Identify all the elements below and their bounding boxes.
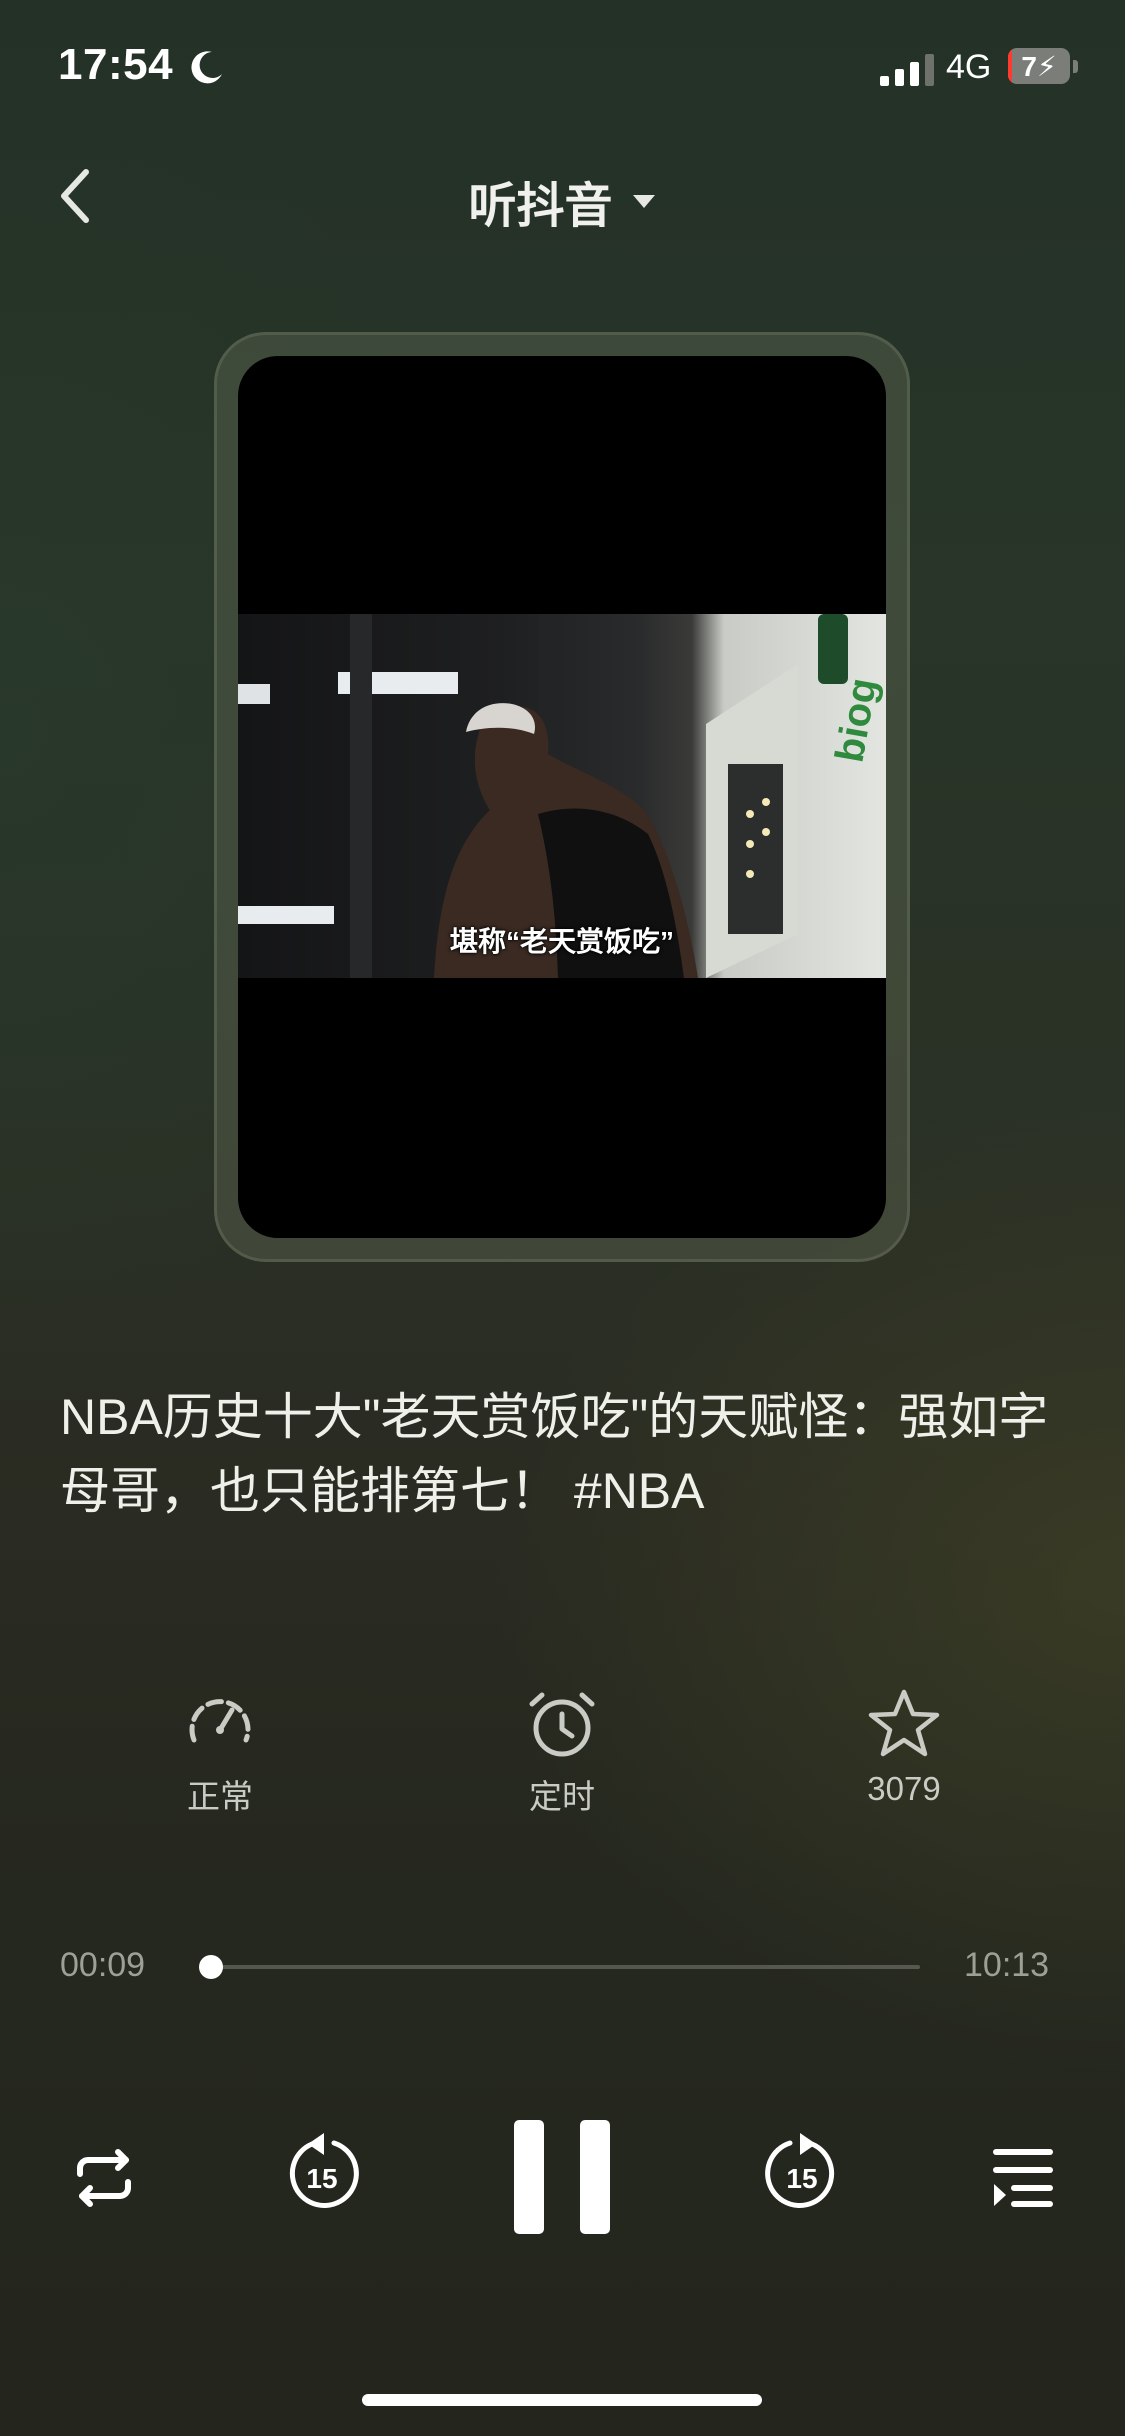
pause-icon [514,2120,610,2234]
favorite-count: 3079 [867,1770,941,1807]
progress-thumb[interactable] [198,1955,223,1979]
forward-15-button[interactable]: 15 [762,2130,842,2214]
progress-bar[interactable] [198,1955,920,1979]
moon-icon [191,51,222,84]
forward-seconds: 15 [786,2163,817,2194]
battery-icon: 7⚡ [1008,48,1078,86]
caret-down-icon [632,195,655,208]
forward-15-icon: 15 [765,2133,835,2208]
page-title: 听抖音 [468,180,613,233]
timer-button[interactable]: 定时 [462,1686,662,1818]
alarm-clock-icon [529,1692,595,1757]
speed-label: 正常 [187,1778,253,1815]
timer-label: 定时 [529,1778,595,1815]
favorite-button[interactable]: 3079 [804,1686,1004,1808]
total-time: 10:13 [964,1946,1050,1984]
playlist-icon[interactable] [990,2144,1056,2210]
title-dropdown[interactable]: 听抖音 [468,166,656,236]
rewind-seconds: 15 [306,2163,337,2194]
header: 听抖音 [0,166,1125,236]
pause-button[interactable] [514,2120,610,2234]
rewind-15-icon: 15 [289,2133,359,2208]
video-player[interactable]: biog 堪称“老天赏饭吃” [238,356,886,1238]
status-time: 17:54 [58,40,174,89]
home-indicator[interactable] [362,2394,762,2406]
video-subtitle: 堪称“老天赏饭吃” [449,926,674,957]
svg-text:biog: biog [828,675,886,766]
speed-button[interactable]: 正常 [120,1686,320,1818]
signal-icon [880,54,934,86]
battery-text: 7 [1021,51,1037,82]
repeat-icon[interactable] [66,2140,142,2216]
gauge-icon [189,1699,251,1743]
video-description: NBA历史十大"老天赏饭吃"的天赋怪：强如字母哥，也只能排第七！ #NBA [60,1389,1049,1519]
current-time: 00:09 [60,1946,146,1984]
video-frame: biog 堪称“老天赏饭吃” [238,614,886,978]
network-type: 4G [946,48,992,86]
rewind-15-button[interactable]: 15 [282,2130,362,2214]
star-icon [868,1689,940,1757]
